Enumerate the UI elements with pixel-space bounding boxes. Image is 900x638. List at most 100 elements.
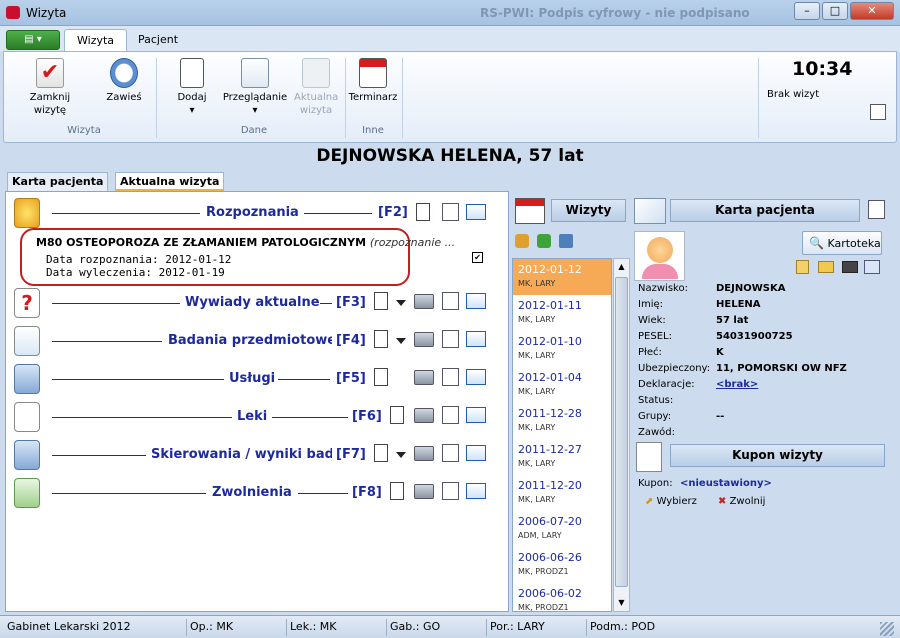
monitor-icon[interactable] [466,204,486,220]
visit-item[interactable]: 2006-07-20 ADM, LARY [513,511,611,547]
list-edit-icon[interactable] [442,330,459,348]
kupon-value[interactable]: <nieustawiony> [680,478,772,489]
list-edit-icon[interactable] [442,368,459,386]
printer-icon[interactable] [414,484,434,499]
monitor-icon[interactable] [466,369,486,385]
section-title[interactable]: Usługi [229,371,275,386]
calendar-icon [515,198,545,224]
list-edit-icon[interactable] [442,406,459,424]
new-document-icon[interactable] [374,444,388,462]
status-operator: Op.: MK [186,619,284,636]
new-document-icon[interactable] [390,406,404,424]
tab-karta-pacjenta[interactable]: Karta pacjenta [7,172,109,191]
visit-item[interactable]: 2012-01-12 MK, LARY [513,259,611,295]
scroll-up-icon[interactable]: ▲ [614,259,629,275]
printer-icon[interactable] [414,408,434,423]
terminarz-button[interactable]: Terminarz [348,58,398,104]
eye-chart-icon [241,58,269,88]
list-edit-icon[interactable] [442,292,459,310]
minimize-button[interactable]: – [794,2,820,20]
field-value: DEJNOWSKA [716,283,786,294]
new-document-icon[interactable] [374,292,388,310]
monitor-icon[interactable] [466,293,486,309]
settings-edit-icon[interactable] [870,104,886,120]
close-button[interactable]: ✕ [850,2,894,20]
user-add-icon[interactable] [515,234,529,248]
scroll-down-icon[interactable]: ▼ [614,595,629,611]
printer-icon[interactable] [414,446,434,461]
diagnosis-checkbox[interactable]: ✔ [472,252,483,263]
group-dane-label: Dane [240,125,268,136]
scrollbar-thumb[interactable] [615,277,628,587]
visit-item[interactable]: 2012-01-11 MK, LARY [513,295,611,331]
list-edit-icon[interactable] [868,200,885,219]
visit-item[interactable]: 2012-01-04 MK, LARY [513,367,611,403]
chevron-down-icon[interactable] [396,452,406,458]
zwolnij-button[interactable]: ✖ Zwolnij [718,496,765,507]
visit-item[interactable]: 2011-12-20 MK, LARY [513,475,611,511]
list-edit-icon[interactable] [442,203,459,221]
list-edit-icon[interactable] [442,482,459,500]
new-document-icon[interactable] [374,330,388,348]
dodaj-button[interactable]: Dodaj ▾ [172,58,212,117]
tab-wizyta[interactable]: Wizyta [64,29,128,52]
section-title[interactable]: Zwolnienia [212,485,292,500]
section-title[interactable]: Wywiady aktualne [185,295,320,310]
zawies-button[interactable]: Zawieś [104,58,144,104]
section-title[interactable]: Skierowania / wyniki badań [151,447,332,462]
status-office: Gab.: GO [386,619,482,636]
visit-date: 2011-12-28 [518,407,582,420]
visits-scrollbar[interactable]: ▲ ▼ [613,258,630,612]
field-label: Zawód: [638,427,675,438]
przegladanie-button[interactable]: Przeglądanie ▾ [222,58,288,117]
new-document-icon[interactable] [416,203,430,221]
building-icon[interactable] [559,234,573,248]
section-line [52,417,232,418]
resize-grip-icon[interactable] [880,622,894,636]
chevron-down-icon[interactable] [396,338,406,344]
aktualna-label-2: wizyta [299,105,333,116]
app-menu-button[interactable]: ▤ ▾ [6,30,60,50]
visit-item[interactable]: 2012-01-10 MK, LARY [513,331,611,367]
monitor-icon[interactable] [466,331,486,347]
new-document-icon[interactable] [390,482,404,500]
visit-item[interactable]: 2006-06-26 MK, PRODZ1 [513,547,611,583]
printer-icon[interactable] [414,294,434,309]
diagnosis-name: M80 OSTEOPOROZA ZE ZŁAMANIEM PATOLOGICZN… [36,236,367,249]
maximize-button[interactable]: □ [822,2,848,20]
tab-aktualna-wizyta[interactable]: Aktualna wizyta [115,172,225,191]
monitor-icon[interactable] [466,407,486,423]
group-separator [156,58,157,138]
list-edit-icon[interactable] [442,444,459,462]
export-icon[interactable] [864,260,880,274]
monitor-icon[interactable] [466,483,486,499]
monitor-icon[interactable] [466,445,486,461]
kartoteka-button[interactable]: 🔍 Kartoteka [802,231,882,255]
section-title[interactable]: Leki [237,409,267,424]
visit-item[interactable]: 2011-12-27 MK, LARY [513,439,611,475]
home-icon[interactable] [537,234,551,248]
visit-item[interactable]: 2006-06-02 MK, PRODZ1 [513,583,611,611]
visit-date: 2011-12-20 [518,479,582,492]
field-value: 57 lat [716,315,749,326]
visit-item[interactable]: 2011-12-28 MK, LARY [513,403,611,439]
folder-icon[interactable] [818,261,834,273]
camera-icon[interactable] [842,261,858,273]
aktualna-label-1: Aktualna [294,92,339,103]
section-title[interactable]: Rozpoznania [206,205,299,220]
clipboard-icon[interactable] [796,260,809,274]
zamknij-wizyte-button[interactable]: ✔ Zamknij wizytę [14,58,86,117]
aktualna-wizyta-button[interactable]: Aktualna wizyta [294,58,338,117]
wybierz-button[interactable]: ⬈ Wybierz [645,496,697,507]
printer-icon[interactable] [414,370,434,385]
section-shortcut: [F5] [336,371,366,386]
tab-pacjent[interactable]: Pacjent [126,29,190,52]
new-document-icon[interactable] [374,368,388,386]
field-value[interactable]: <brak> [716,379,758,390]
services-icon [14,364,40,394]
section-title[interactable]: Badania przedmiotowe [168,333,332,348]
printer-icon[interactable] [414,332,434,347]
chevron-down-icon[interactable] [396,300,406,306]
patient-header: DEJNOWSKA HELENA, 57 lat [316,146,584,166]
karta-panel-title: Karta pacjenta [670,199,860,222]
